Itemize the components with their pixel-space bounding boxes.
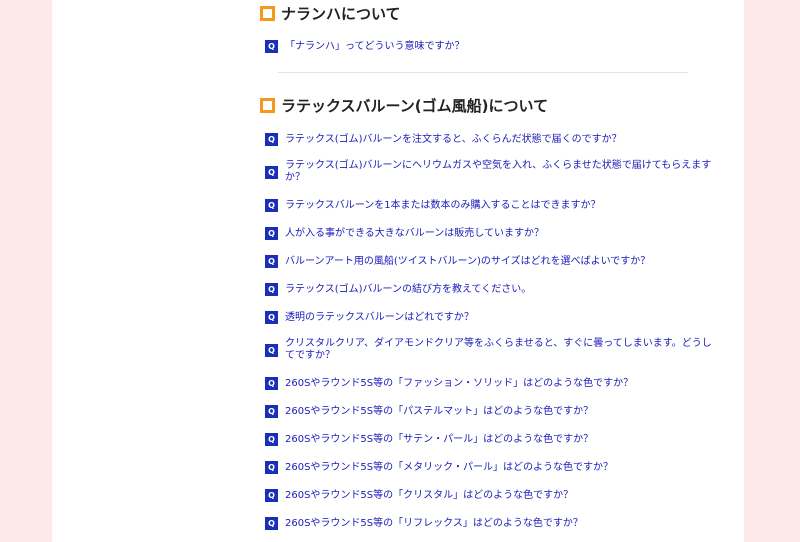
q-icon: Q bbox=[265, 461, 278, 474]
faq-item[interactable]: Q クリスタルクリア、ダイアモンドクリア等をふくらませると、すぐに曇ってしまいま… bbox=[265, 338, 715, 362]
section-title-naranja: ナランハについて bbox=[260, 3, 401, 24]
q-icon: Q bbox=[265, 489, 278, 502]
faq-item[interactable]: Q 260Sやラウンド5S等の「リフレックス」はどのような色ですか？ bbox=[265, 517, 715, 530]
faq-link[interactable]: 人が入る事ができる大きなバルーンは販売していますか？ bbox=[285, 228, 544, 240]
faq-item[interactable]: Q 260Sやラウンド5S等の「ファッション・ソリッド」はどのような色ですか？ bbox=[265, 377, 715, 390]
faq-item[interactable]: Q 260Sやラウンド5S等の「メタリック・パール」はどのような色ですか？ bbox=[265, 461, 715, 474]
faq-item[interactable]: Q 透明のラテックスバルーンはどれですか？ bbox=[265, 311, 715, 324]
faq-link[interactable]: ラテックスバルーンを1本または数本のみ購入することはできますか？ bbox=[285, 200, 601, 212]
q-icon: Q bbox=[265, 343, 278, 357]
q-icon: Q bbox=[265, 311, 278, 324]
faq-link[interactable]: ラテックス(ゴム)バルーンにヘリウムガスや空気を入れ、ふくらませた状態で届けても… bbox=[285, 160, 715, 184]
section-title-latex-balloon: ラテックスバルーン(ゴム風船)について bbox=[260, 95, 548, 116]
faq-link[interactable]: クリスタルクリア、ダイアモンドクリア等をふくらませると、すぐに曇ってしまいます。… bbox=[285, 338, 715, 362]
faq-link[interactable]: 260Sやラウンド5S等の「パステルマット」はどのような色ですか？ bbox=[285, 406, 593, 418]
q-icon: Q bbox=[265, 405, 278, 418]
section-divider bbox=[278, 72, 688, 73]
orange-square-icon bbox=[260, 98, 275, 113]
q-icon: Q bbox=[265, 199, 278, 212]
faq-link[interactable]: 260Sやラウンド5S等の「リフレックス」はどのような色ですか？ bbox=[285, 518, 583, 530]
faq-link[interactable]: ラテックス(ゴム)バルーンの結び方を教えてください。 bbox=[285, 284, 531, 296]
faq-link[interactable]: 260Sやラウンド5S等の「クリスタル」はどのような色ですか？ bbox=[285, 490, 573, 502]
q-icon: Q bbox=[265, 377, 278, 390]
faq-link[interactable]: 260Sやラウンド5S等の「メタリック・パール」はどのような色ですか？ bbox=[285, 462, 613, 474]
faq-item[interactable]: Q 「ナランハ」ってどういう意味ですか？ bbox=[265, 40, 715, 53]
faq-item[interactable]: Q 260Sやラウンド5S等の「パステルマット」はどのような色ですか？ bbox=[265, 405, 715, 418]
faq-link[interactable]: 「ナランハ」ってどういう意味ですか？ bbox=[285, 41, 465, 53]
q-icon: Q bbox=[265, 227, 278, 240]
faq-item[interactable]: Q 260Sやラウンド5S等の「クリスタル」はどのような色ですか？ bbox=[265, 489, 715, 502]
faq-link[interactable]: バルーンアート用の風船(ツイストバルーン)のサイズはどれを選べばよいですか？ bbox=[285, 256, 650, 268]
faq-item[interactable]: Q ラテックス(ゴム)バルーンの結び方を教えてください。 bbox=[265, 283, 715, 296]
q-icon: Q bbox=[265, 517, 278, 530]
section-title-text: ナランハについて bbox=[281, 5, 401, 23]
faq-item[interactable]: Q 260Sやラウンド5S等の「サテン・パール」はどのような色ですか？ bbox=[265, 433, 715, 446]
faq-item[interactable]: Q ラテックス(ゴム)バルーンを注文すると、ふくらんだ状態で届くのですか？ bbox=[265, 133, 715, 146]
faq-item[interactable]: Q ラテックスバルーンを1本または数本のみ購入することはできますか？ bbox=[265, 199, 715, 212]
orange-square-icon bbox=[260, 6, 275, 21]
q-icon: Q bbox=[265, 133, 278, 146]
faq-link[interactable]: 透明のラテックスバルーンはどれですか？ bbox=[285, 312, 474, 324]
faq-item[interactable]: Q ラテックス(ゴム)バルーンにヘリウムガスや空気を入れ、ふくらませた状態で届け… bbox=[265, 160, 715, 184]
faq-item[interactable]: Q 人が入る事ができる大きなバルーンは販売していますか？ bbox=[265, 227, 715, 240]
q-icon: Q bbox=[265, 433, 278, 446]
faq-link[interactable]: 260Sやラウンド5S等の「サテン・パール」はどのような色ですか？ bbox=[285, 434, 593, 446]
faq-link[interactable]: 260Sやラウンド5S等の「ファッション・ソリッド」はどのような色ですか？ bbox=[285, 378, 633, 390]
q-icon: Q bbox=[265, 283, 278, 296]
faq-item[interactable]: Q バルーンアート用の風船(ツイストバルーン)のサイズはどれを選べばよいですか？ bbox=[265, 255, 715, 268]
faq-link[interactable]: ラテックス(ゴム)バルーンを注文すると、ふくらんだ状態で届くのですか？ bbox=[285, 134, 622, 146]
section-title-text: ラテックスバルーン(ゴム風船)について bbox=[281, 97, 549, 115]
q-icon: Q bbox=[265, 255, 278, 268]
q-icon: Q bbox=[265, 165, 278, 179]
q-icon: Q bbox=[265, 40, 278, 53]
